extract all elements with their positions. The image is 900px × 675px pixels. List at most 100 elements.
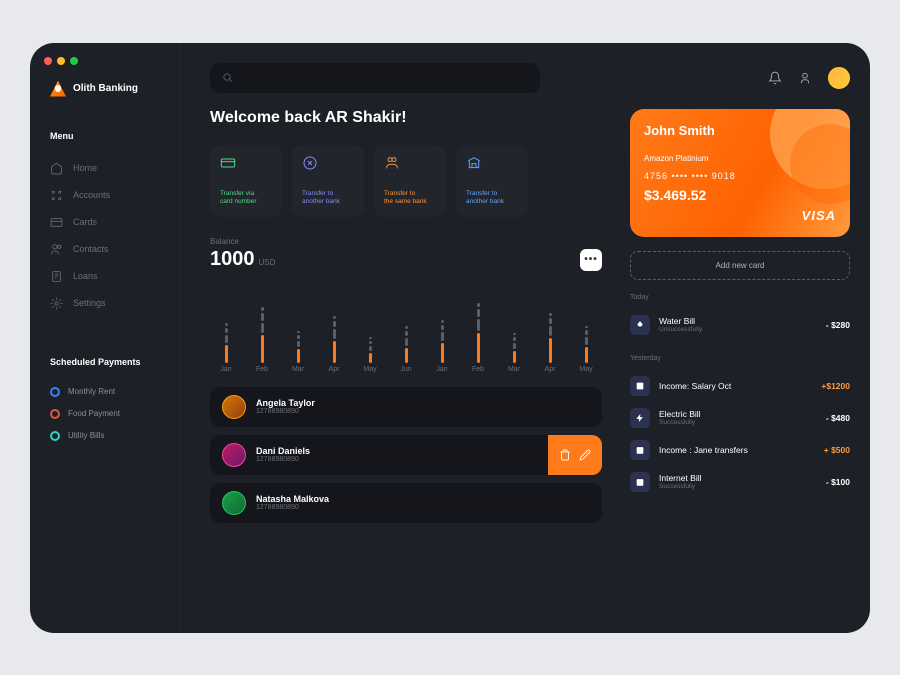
- transaction-name: Income : Jane transfers: [659, 445, 815, 455]
- nav-contacts[interactable]: Contacts: [50, 236, 179, 263]
- transaction-amount: +$1200: [821, 381, 850, 391]
- action-icon: [466, 155, 482, 171]
- card-number: 4756 •••• •••• 9018: [644, 171, 836, 181]
- contact-id: 12788980890: [256, 504, 329, 511]
- accounts-icon: [50, 189, 63, 202]
- more-button[interactable]: •••: [580, 249, 602, 271]
- transaction-amount: - $280: [826, 320, 850, 330]
- logo-icon: [50, 81, 66, 97]
- bar-Mar: Mar: [498, 293, 530, 373]
- transfer-action-0[interactable]: Transfer viacard number: [210, 145, 282, 217]
- bar-Feb: Feb: [246, 293, 278, 373]
- contacts-icon: [50, 243, 63, 256]
- nav-loans[interactable]: Loans: [50, 263, 179, 290]
- transaction-status: Unsuccessfully: [659, 326, 817, 333]
- status-ring: [50, 431, 60, 441]
- action-icon: [302, 155, 318, 171]
- transaction-item[interactable]: Water BillUnsuccessfully - $280: [630, 309, 850, 341]
- balance-chart: JanFebMarAprMayJunJanFebMarAprMay: [210, 285, 602, 373]
- bar-Apr: Apr: [318, 293, 350, 373]
- contact-avatar: [222, 491, 246, 515]
- bar-May: May: [354, 293, 386, 373]
- settings-icon: [50, 297, 63, 310]
- transaction-name: Electric Bill: [659, 409, 817, 419]
- transaction-icon: [630, 315, 650, 335]
- brand-logo[interactable]: Olith Banking: [50, 81, 179, 97]
- bar-Apr: Apr: [534, 293, 566, 373]
- contact-name: Dani Daniels: [256, 446, 310, 456]
- transaction-amount: - $480: [826, 413, 850, 423]
- status-ring: [50, 409, 60, 419]
- cards-icon: [50, 216, 63, 229]
- delete-icon[interactable]: [559, 449, 571, 461]
- contact-actions: [548, 435, 602, 475]
- edit-icon[interactable]: [579, 449, 591, 461]
- loans-icon: [50, 270, 63, 283]
- transaction-status: Successfully: [659, 419, 817, 426]
- transaction-item[interactable]: Electric BillSuccessfully - $480: [630, 402, 850, 434]
- transaction-day: Today: [630, 294, 850, 301]
- bell-icon[interactable]: [768, 71, 782, 85]
- menu-heading: Menu: [50, 131, 179, 141]
- transaction-item[interactable]: $ Income: Salary Oct +$1200: [630, 370, 850, 402]
- transaction-amount: + $500: [824, 445, 850, 455]
- nav-cards[interactable]: Cards: [50, 209, 179, 236]
- home-icon: [50, 162, 63, 175]
- contact-id: 12788980890: [256, 408, 315, 415]
- contact-name: Angela Taylor: [256, 398, 315, 408]
- svg-text:$: $: [639, 384, 642, 390]
- contact-item[interactable]: Natasha Malkova12788980890: [210, 483, 602, 523]
- scheduled-heading: Scheduled Payments: [50, 357, 179, 367]
- action-icon: [220, 155, 236, 171]
- contact-item[interactable]: Angela Taylor12788980890: [210, 387, 602, 427]
- transaction-day: Yesterday: [630, 355, 850, 362]
- transaction-name: Water Bill: [659, 316, 817, 326]
- add-card-button[interactable]: Add new card: [630, 251, 850, 280]
- search-icon: [222, 72, 233, 83]
- bar-Feb: Feb: [462, 293, 494, 373]
- visa-logo: VISA: [802, 208, 836, 223]
- transaction-name: Internet Bill: [659, 473, 817, 483]
- transaction-item[interactable]: Income : Jane transfers + $500: [630, 434, 850, 466]
- scheduled-item[interactable]: Monthly Rent: [50, 381, 179, 403]
- bar-Mar: Mar: [282, 293, 314, 373]
- welcome-heading: Welcome back AR Shakir!: [210, 109, 602, 127]
- card-tier: Amazon Platinium: [644, 154, 836, 163]
- action-icon: [384, 155, 400, 171]
- nav-settings[interactable]: Settings: [50, 290, 179, 317]
- transaction-icon: [630, 440, 650, 460]
- transfer-action-3[interactable]: Transfer toanother bank: [456, 145, 528, 217]
- status-ring: [50, 387, 60, 397]
- brand-name: Olith Banking: [73, 83, 138, 94]
- transaction-icon: [630, 472, 650, 492]
- transfer-action-1[interactable]: Transfer toanother bank: [292, 145, 364, 217]
- transaction-status: Successfully: [659, 483, 817, 490]
- scheduled-item[interactable]: Utility Bills: [50, 425, 179, 447]
- transaction-icon: $: [630, 376, 650, 396]
- contact-id: 12788980890: [256, 456, 310, 463]
- profile-avatar[interactable]: [828, 67, 850, 89]
- balance-value: 1000USD: [210, 248, 275, 271]
- bar-Jan: Jan: [426, 293, 458, 373]
- scheduled-item[interactable]: Food Payment: [50, 403, 179, 425]
- contact-item[interactable]: Dani Daniels12788980890: [210, 435, 602, 475]
- nav-home[interactable]: Home: [50, 155, 179, 182]
- balance-label: Balance: [210, 237, 602, 246]
- transaction-icon: [630, 408, 650, 428]
- transaction-name: Income: Salary Oct: [659, 381, 812, 391]
- bar-Jan: Jan: [210, 293, 242, 373]
- transaction-item[interactable]: Internet BillSuccessfully - $100: [630, 466, 850, 498]
- user-icon[interactable]: [798, 71, 812, 85]
- bar-Jun: Jun: [390, 293, 422, 373]
- contact-avatar: [222, 395, 246, 419]
- nav-accounts[interactable]: Accounts: [50, 182, 179, 209]
- transaction-amount: - $100: [826, 477, 850, 487]
- contact-name: Natasha Malkova: [256, 494, 329, 504]
- card-holder: John Smith: [644, 123, 836, 138]
- search-input[interactable]: [210, 63, 540, 93]
- bar-May: May: [570, 293, 602, 373]
- credit-card[interactable]: John Smith Amazon Platinium 4756 •••• ••…: [630, 109, 850, 237]
- contact-avatar: [222, 443, 246, 467]
- transfer-action-2[interactable]: Transfer tothe same bank: [374, 145, 446, 217]
- card-balance: $3.469.52: [644, 187, 836, 203]
